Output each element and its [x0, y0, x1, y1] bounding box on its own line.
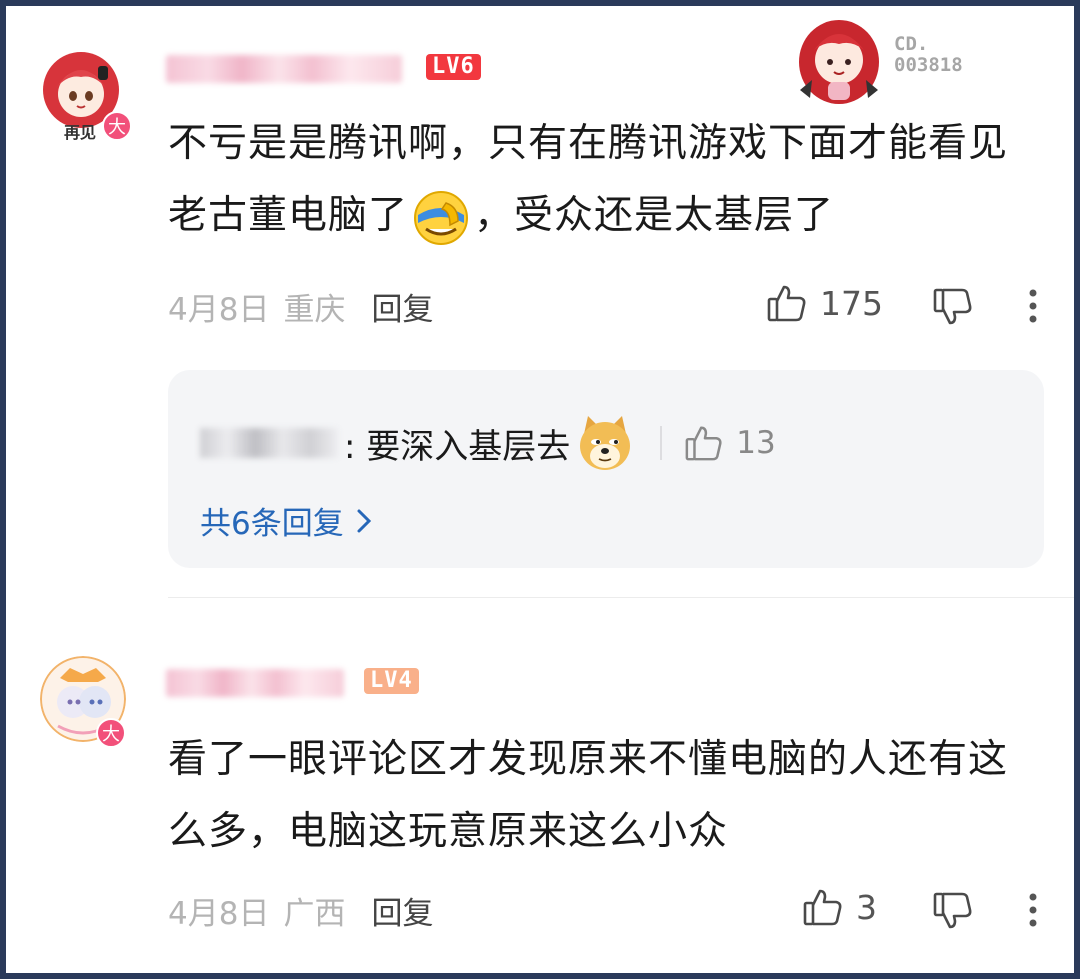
watermark: CD. 003818 — [894, 33, 963, 76]
comment-list: CD. 003818 再见 大 LV6 不亏是是腾讯啊，只有在腾讯游戏下面才能看… — [6, 6, 1074, 973]
dislike-button[interactable] — [932, 286, 974, 328]
comment-text: 看了一眼评论区才发现原来不懂电脑的人还有这么多，电脑这玩意原来这么小众 — [168, 737, 1009, 854]
thumbs-up-icon — [802, 886, 844, 928]
comment-date: 4月8日 — [168, 292, 270, 328]
reply-preview-box: : 要深入基层去 13 共6条回复 — [168, 370, 1044, 568]
reply-button[interactable]: 回复 — [371, 896, 433, 932]
comment-meta: 4月8日 重庆 回复 — [168, 284, 433, 329]
comment-location: 广西 — [283, 896, 346, 932]
more-options-icon[interactable] — [1027, 892, 1039, 932]
dislike-button[interactable] — [932, 890, 974, 932]
reply-button[interactable]: 回复 — [371, 292, 433, 328]
avatar-caption: 再见 — [64, 123, 97, 142]
comment-location: 重庆 — [283, 292, 346, 328]
watermark-character-image — [792, 10, 886, 106]
level-badge: LV4 — [364, 668, 419, 694]
big-member-badge: 大 — [96, 718, 126, 748]
chevron-right-icon — [356, 508, 372, 534]
username-blurred[interactable] — [166, 55, 402, 83]
comment-meta: 4月8日 广西 回复 — [168, 888, 433, 933]
divider — [660, 426, 663, 460]
username-blurred[interactable] — [166, 669, 344, 697]
like-button[interactable]: 175 — [766, 282, 883, 324]
big-member-badge: 大 — [102, 111, 132, 141]
thumbs-up-icon — [684, 423, 724, 463]
more-options-icon[interactable] — [1027, 288, 1039, 328]
view-all-replies-label: 共6条回复 — [200, 506, 344, 542]
comment-date: 4月8日 — [168, 896, 270, 932]
reply-text: : 要深入基层去 — [344, 426, 571, 467]
thumbs-down-icon — [932, 286, 974, 328]
level-badge: LV6 — [426, 54, 481, 80]
like-button[interactable]: 3 — [802, 886, 877, 928]
comment-text: 不亏是是腾讯啊，只有在腾讯游戏下面才能看见老古董电脑了 ，受众还是太基层了 — [168, 108, 1038, 252]
comment-divider — [168, 597, 1074, 598]
view-all-replies-link[interactable]: 共6条回复 — [200, 498, 372, 543]
doge-emoji-icon — [574, 412, 636, 474]
reply-preview-item[interactable]: : 要深入基层去 13 — [200, 412, 776, 474]
thumbs-up-icon — [766, 282, 808, 324]
thumbs-down-icon — [932, 890, 974, 932]
reply-like-count: 13 — [736, 425, 776, 461]
reply-username-blurred[interactable] — [200, 428, 338, 458]
facepalm-emoji-icon — [412, 189, 470, 247]
like-count: 175 — [820, 283, 883, 323]
reply-like-button[interactable]: 13 — [684, 423, 776, 463]
like-count: 3 — [856, 887, 877, 927]
